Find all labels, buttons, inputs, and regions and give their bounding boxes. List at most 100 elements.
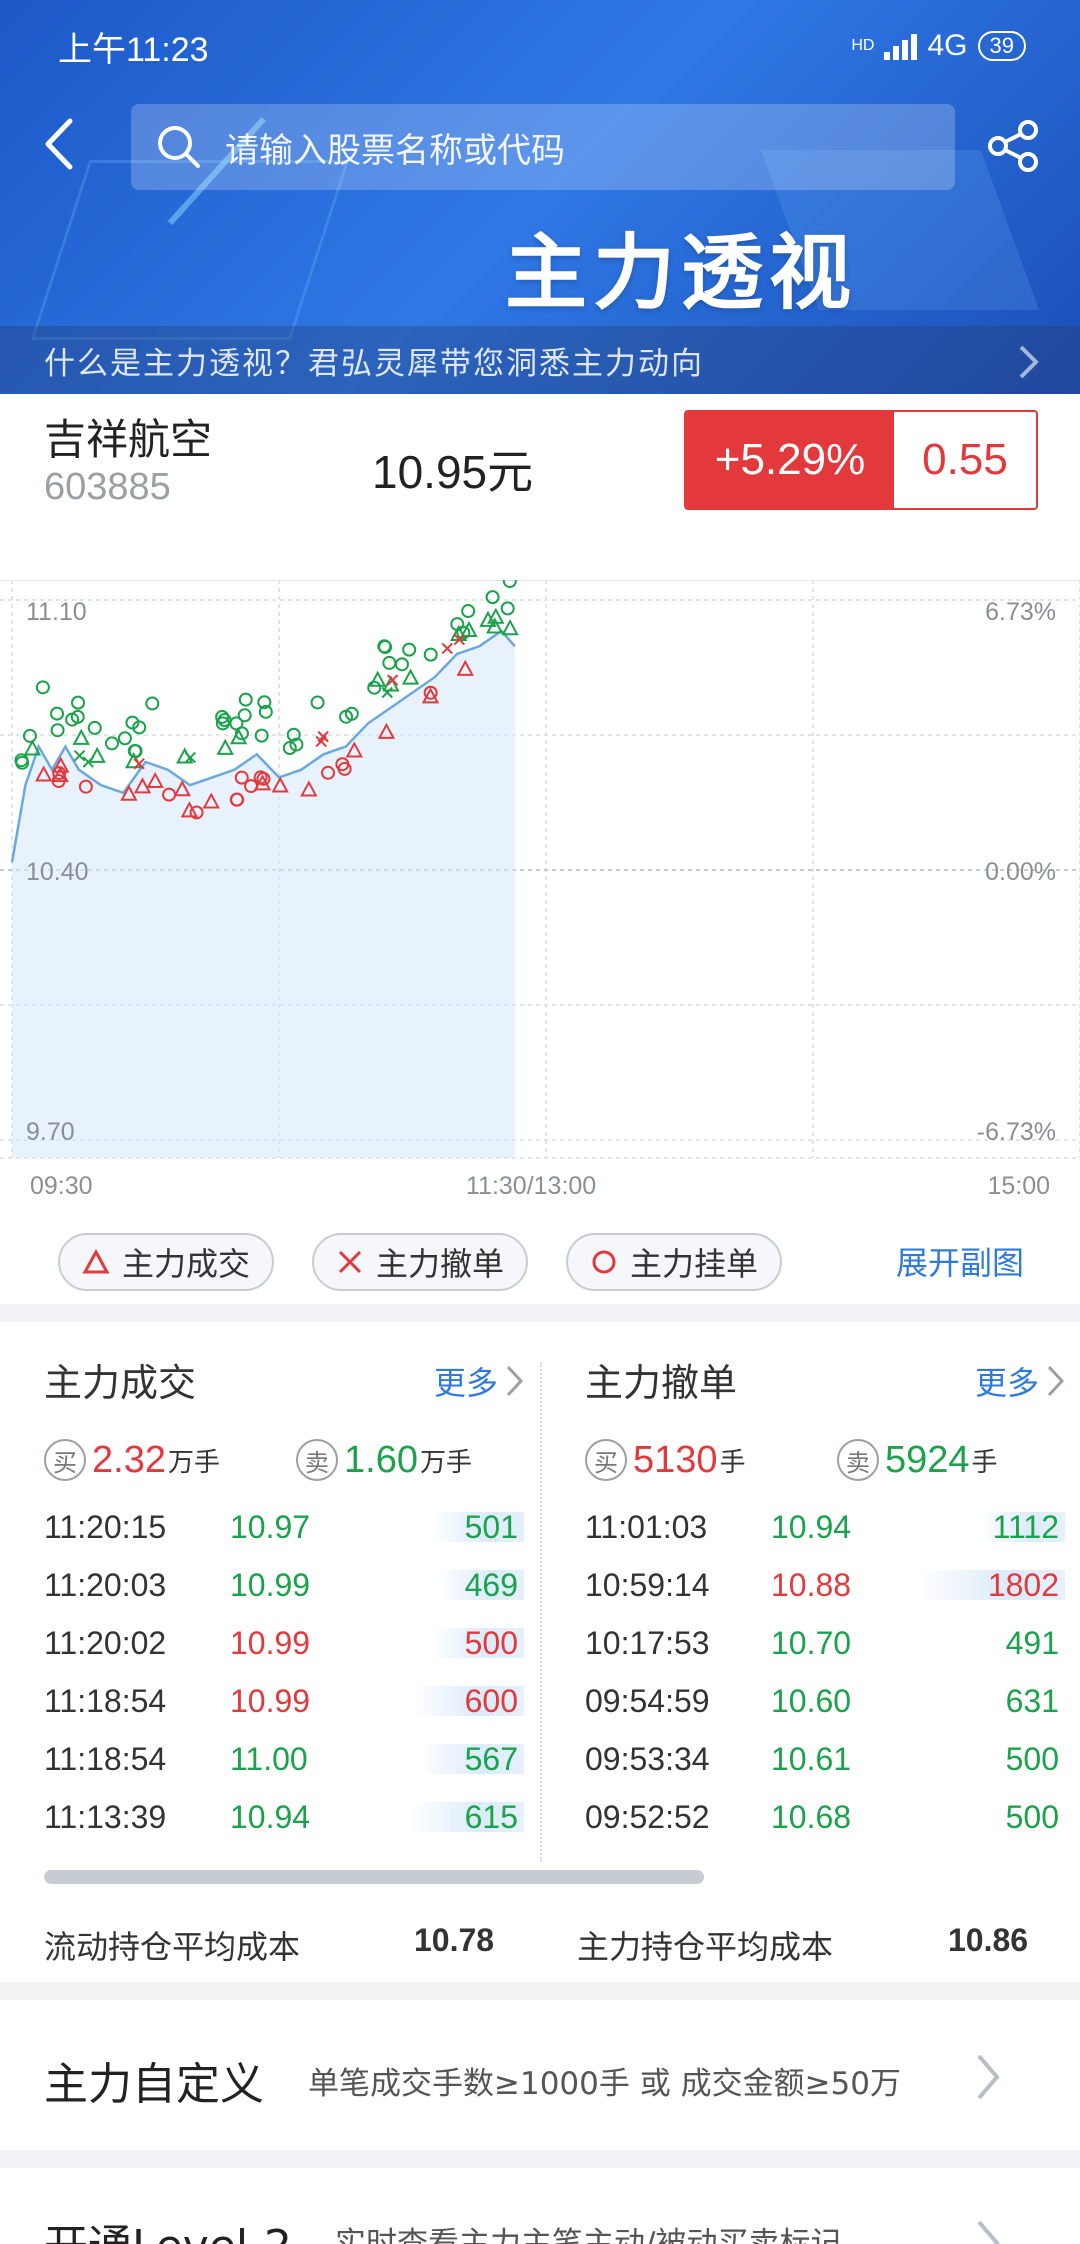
legend-chip-deal[interactable]: 主力成交 [58,1233,275,1291]
row-time: 09:54:59 [585,1682,710,1719]
average-cost-row: 流动持仓平均成本 10.78 主力持仓平均成本 10.86 [0,1900,1080,1980]
legend-chip-order[interactable]: 主力挂单 [566,1233,783,1291]
row-volume: 500 [464,1624,518,1661]
main-cost-value: 10.86 [948,1922,1029,1958]
table-row[interactable]: 11:01:03 10.94 1112 [585,1498,1065,1556]
sell-unit: 万手 [419,1447,472,1478]
y-tick-right: 6.73% [985,598,1056,626]
stock-code: 603885 [44,466,171,508]
chevron-right-icon [506,1365,524,1397]
main-force-custom-row[interactable]: 主力自定义 单笔成交手数≥1000手 或 成交金额≥50万 [0,2000,1080,2150]
table-row[interactable]: 11:20:02 10.99 500 [44,1614,524,1672]
buy-value: 5130 [633,1438,718,1481]
share-icon [988,120,1038,172]
table-row[interactable]: 11:20:03 10.99 469 [44,1556,524,1614]
table-row[interactable]: 09:52:52 10.68 500 [585,1788,1065,1846]
triangle-icon [82,1249,110,1274]
sell-summary: 卖 1.60 万手 [284,1439,524,1482]
network-type: 4G [927,29,968,62]
more-label: 更多 [433,1364,498,1402]
deals-list: 11:20:15 10.97 501 11:20:03 10.99 469 11:20:02… [44,1498,524,1846]
y-tick-left: 10.40 [26,858,89,886]
sell-badge: 卖 [837,1439,879,1481]
x-tick: 11:30/13:00 [466,1172,597,1200]
row-volume: 500 [1005,1740,1059,1777]
legend-chip-cancel[interactable]: 主力撤单 [312,1233,529,1291]
order-marker [71,695,86,710]
row-volume: 1112 [992,1508,1059,1545]
row-time: 09:53:34 [585,1740,710,1777]
table-row[interactable]: 10:59:14 10.88 1802 [585,1556,1065,1614]
table-row[interactable]: 11:18:54 10.99 600 [44,1672,524,1730]
panel-title: 主力成交 [44,1361,197,1405]
horizontal-scrollbar[interactable] [44,1870,704,1884]
share-button[interactable] [984,116,1044,176]
table-row[interactable]: 11:18:54 11.00 567 [44,1730,524,1788]
search-input[interactable]: 请输入股票名称或代码 [225,123,565,172]
circle-icon [592,1250,616,1274]
cancel-marker [381,686,393,699]
deal-marker [501,619,519,636]
banner-title: 主力透视 [505,226,858,321]
stock-info: 吉祥航空 603885 10.95元 +5.29% 0.55 [0,394,1080,544]
order-marker [310,695,325,710]
hd-badge: HD [851,37,875,54]
expand-subchart-link[interactable]: 展开副图 [896,1238,1024,1284]
table-row[interactable]: 10:17:53 10.70 491 [585,1614,1065,1672]
row-price: 10.60 [771,1682,852,1719]
main-force-tables: 主力成交 更多 买 2.32 万手 卖 1.60 万手 11:20:15 10.9… [0,1322,1080,1862]
deals-more-link[interactable]: 更多 [434,1358,524,1404]
row-price: 10.97 [230,1508,311,1545]
deals-summary: 买 2.32 万手 卖 1.60 万手 [44,1432,524,1488]
order-marker [500,601,515,616]
deals-panel: 主力成交 更多 买 2.32 万手 卖 1.60 万手 11:20:15 10.9… [44,1322,524,1842]
table-row[interactable]: 11:13:39 10.94 615 [44,1788,524,1846]
back-button[interactable] [30,114,90,174]
search-bar[interactable]: 请输入股票名称或代码 [131,104,955,190]
row-price: 10.99 [230,1682,311,1719]
buy-summary: 买 5130 手 [585,1439,825,1482]
stock-name: 吉祥航空 [44,415,213,464]
row-time: 11:18:54 [44,1682,167,1719]
cancels-summary: 买 5130 手 卖 5924 手 [585,1432,1065,1488]
cancels-more-link[interactable]: 更多 [975,1358,1065,1404]
row-price: 10.94 [771,1508,852,1545]
chevron-left-icon [45,118,73,170]
header-banner: 上午11:23 HD 4G 39 请输入股票名称或代码 主力透视 什么是主力透视… [0,0,1080,394]
x-tick: 15:00 [987,1172,1050,1200]
section-divider [0,2150,1080,2168]
sell-badge: 卖 [296,1439,338,1481]
custom-desc: 单笔成交手数≥1000手 或 成交金额≥50万 [308,2066,901,2102]
order-marker [35,680,50,695]
row-volume: 491 [1005,1624,1059,1661]
cancel-marker [441,642,453,655]
column-divider [540,1362,542,1862]
level2-row[interactable]: 开通Level-2 实时查看主力主笔主动/被动买卖标记 [0,2170,1080,2244]
custom-title: 主力自定义 [44,2059,264,2110]
intraday-chart[interactable]: 11.10 10.40 9.70 6.73% 0.00% -6.73% 09:3… [0,580,1080,1220]
x-tick: 09:30 [30,1172,93,1200]
cancel-marker [73,749,86,762]
order-marker [104,736,119,751]
row-price: 10.61 [771,1740,852,1777]
row-time: 11:20:02 [44,1624,167,1661]
section-divider [0,1304,1080,1322]
table-row[interactable]: 11:20:15 10.97 501 [44,1498,524,1556]
stock-price: 10.95元 [372,446,534,498]
chevron-right-icon [977,2054,1000,2100]
banner-intro-link[interactable]: 什么是主力透视？君弘灵犀带您洞悉主力动向 [0,326,1080,394]
price-area [12,630,515,1158]
sell-unit: 手 [971,1447,998,1478]
row-time: 09:52:52 [585,1798,710,1835]
table-row[interactable]: 09:54:59 10.60 631 [585,1672,1065,1730]
buy-badge: 买 [585,1439,627,1481]
order-marker [117,731,132,746]
level2-desc: 实时查看主力主笔主动/被动买卖标记 [335,2226,842,2244]
top-bar: 请输入股票名称或代码 [0,92,1080,202]
buy-badge: 买 [44,1439,86,1481]
row-price: 10.99 [230,1624,311,1661]
chevron-right-icon [1019,345,1039,379]
order-marker [402,642,417,657]
table-row[interactable]: 09:53:34 10.61 500 [585,1730,1065,1788]
legend-label: 主力挂单 [630,1245,759,1283]
